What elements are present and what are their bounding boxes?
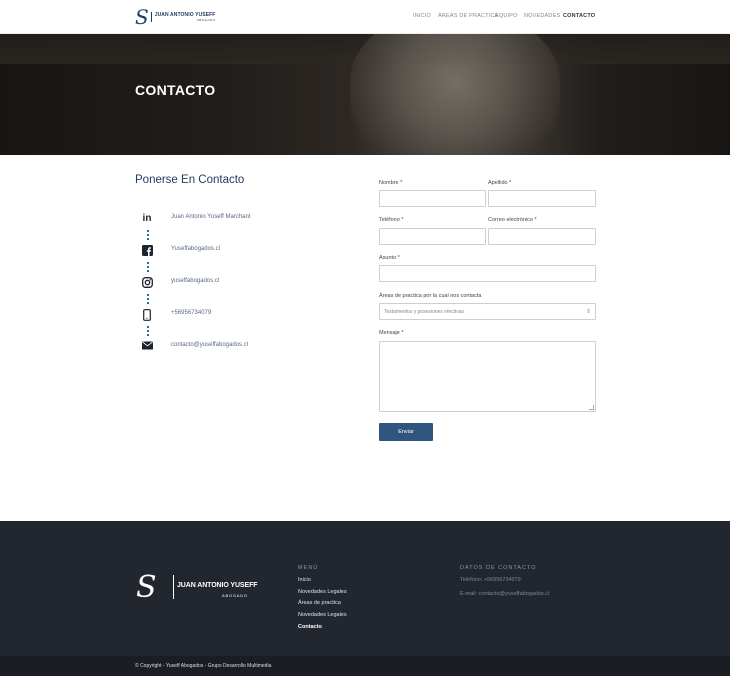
copyright-bar: © Copyright - Yuseff Abogados - Grupo De… bbox=[0, 656, 730, 676]
page-title: CONTACTO bbox=[135, 82, 216, 98]
footer-logo-monogram: S bbox=[136, 570, 157, 605]
contact-phone-label: +56956734079 bbox=[171, 310, 212, 316]
footer-menu-contacto[interactable]: Contacto bbox=[298, 624, 322, 630]
correo-label: Correo electrónico * bbox=[488, 217, 537, 223]
nav-areas[interactable]: ÁREAS DE PRACTICA bbox=[438, 13, 499, 19]
main-nav: INICIO ÁREAS DE PRACTICA EQUIPO NOVEDADE… bbox=[0, 13, 730, 23]
phone-icon bbox=[141, 309, 153, 321]
nav-novedades[interactable]: NOVEDADES bbox=[524, 13, 560, 19]
areas-select[interactable]: Testamentos y posesiones efectivas bbox=[379, 303, 596, 320]
copyright-text: © Copyright - Yuseff Abogados - Grupo De… bbox=[135, 663, 272, 669]
dotted-divider bbox=[147, 294, 149, 304]
footer-phone: Teléfono: +56956734079 bbox=[460, 577, 521, 583]
dotted-divider bbox=[147, 230, 149, 240]
footer-menu-inicio[interactable]: Inicio bbox=[298, 577, 311, 583]
site-header: S JUAN ANTONIO YUSEFF ABOGADO INICIO ÁRE… bbox=[0, 0, 730, 34]
areas-label: Áreas de practica por la cual nos contac… bbox=[379, 293, 482, 299]
contact-item-linkedin[interactable]: in Juan Antonio Yuseff Marchant bbox=[135, 208, 355, 228]
contact-linkedin-label: Juan Antonio Yuseff Marchant bbox=[171, 214, 251, 220]
site-footer bbox=[0, 521, 730, 656]
apellido-label: Apellido * bbox=[488, 180, 512, 186]
linkedin-icon: in bbox=[142, 213, 152, 224]
footer-logo[interactable]: S JUAN ANTONIO YUSEFF ABOGADO bbox=[136, 570, 258, 605]
mensaje-textarea[interactable] bbox=[379, 341, 596, 412]
facebook-icon bbox=[141, 245, 153, 257]
asunto-label: Asunto * bbox=[379, 255, 400, 261]
contact-section-title: Ponerse En Contacto bbox=[135, 174, 245, 186]
footer-contact-title: DATOS DE CONTACTO bbox=[460, 565, 537, 571]
dotted-divider bbox=[147, 326, 149, 336]
mail-icon bbox=[141, 341, 153, 353]
hero-banner: CONTACTO bbox=[0, 34, 730, 155]
contact-facebook-label: Yuseffabogados.cl bbox=[171, 246, 220, 252]
resize-handle-icon[interactable] bbox=[589, 405, 594, 410]
nav-inicio[interactable]: INICIO bbox=[413, 13, 431, 19]
footer-menu-novedades[interactable]: Novedades Legales bbox=[298, 589, 347, 595]
nav-contacto[interactable]: CONTACTO bbox=[563, 13, 595, 19]
telefono-input[interactable] bbox=[379, 228, 486, 245]
footer-logo-subtitle: ABOGADO bbox=[222, 593, 248, 598]
contact-instagram-label: yuseffabogados.cl bbox=[171, 278, 220, 284]
contact-item-facebook[interactable]: Yuseffabogados.cl bbox=[135, 240, 355, 260]
nombre-label: Nombre * bbox=[379, 180, 403, 186]
contact-item-email[interactable]: contacto@yuseffabogados.cl bbox=[135, 336, 355, 356]
contact-item-instagram[interactable]: yuseffabogados.cl bbox=[135, 272, 355, 292]
footer-menu-areas[interactable]: Áreas de practica bbox=[298, 600, 341, 606]
footer-menu-novedades-2[interactable]: Novedades Legales bbox=[298, 612, 347, 618]
telefono-label: Teléfono * bbox=[379, 217, 404, 223]
nav-equipo[interactable]: EQUIPO bbox=[495, 13, 518, 19]
asunto-input[interactable] bbox=[379, 265, 596, 282]
instagram-icon bbox=[141, 277, 153, 289]
nombre-input[interactable] bbox=[379, 190, 486, 207]
footer-menu-title: MENÚ bbox=[298, 565, 319, 571]
mensaje-label: Mensaje * bbox=[379, 330, 404, 336]
contact-email-label: contacto@yuseffabogados.cl bbox=[171, 342, 249, 348]
footer-logo-name: JUAN ANTONIO YUSEFF bbox=[177, 582, 258, 589]
contact-item-phone[interactable]: +56956734079 bbox=[135, 304, 355, 324]
enviar-button[interactable]: Enviar bbox=[379, 423, 433, 441]
correo-input[interactable] bbox=[488, 228, 596, 245]
apellido-input[interactable] bbox=[488, 190, 596, 207]
dotted-divider bbox=[147, 262, 149, 272]
footer-email[interactable]: E-mail: contacto@yuseffabogados.cl bbox=[460, 591, 549, 597]
